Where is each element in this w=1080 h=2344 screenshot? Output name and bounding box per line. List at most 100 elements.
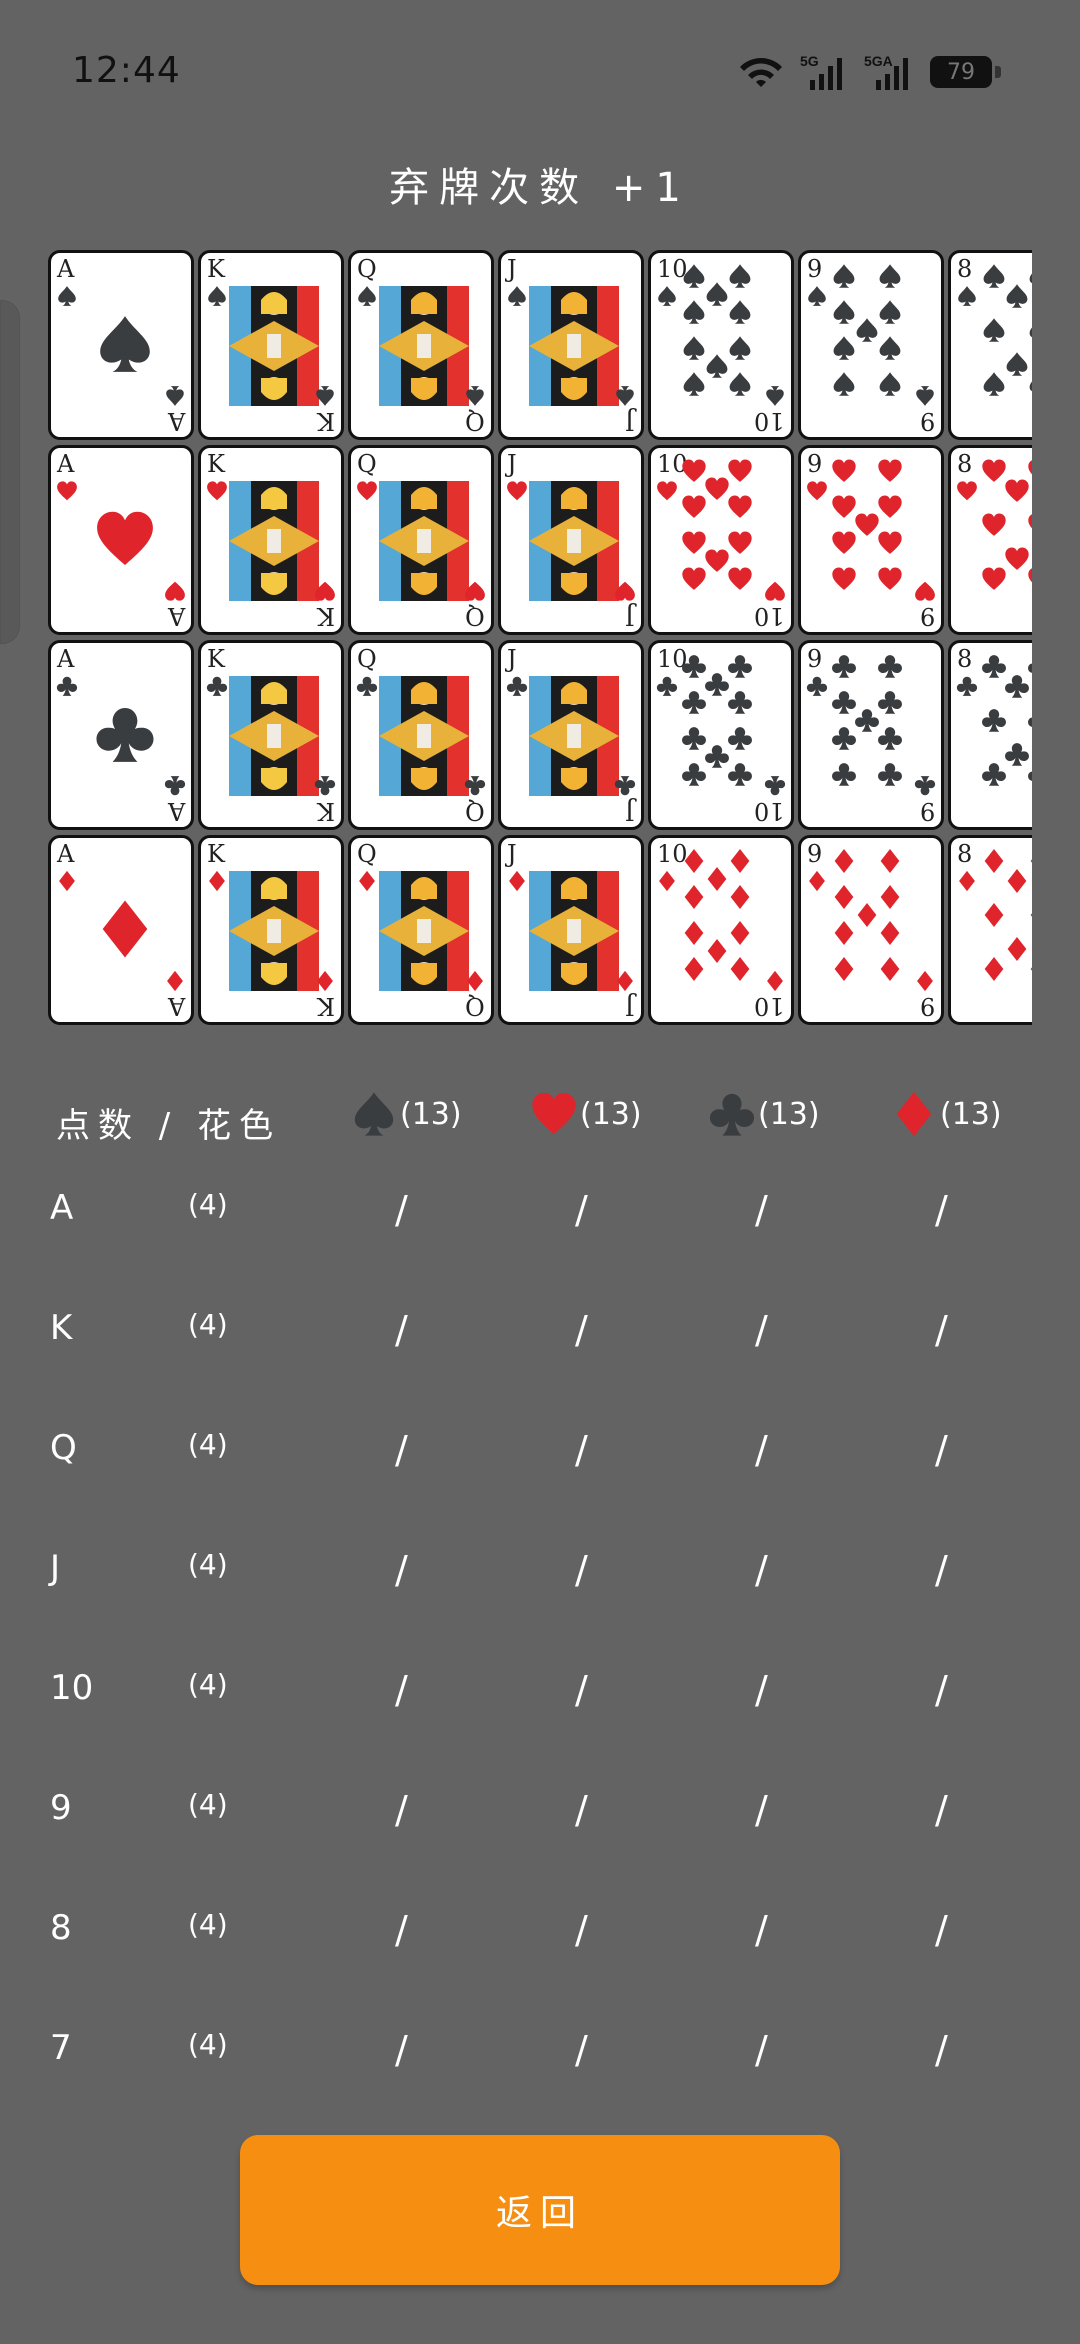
- card-10-diamond[interactable]: 10 10: [648, 835, 794, 1025]
- diamond-icon: [209, 870, 225, 892]
- card-rank: K: [317, 602, 335, 630]
- club-icon: [356, 676, 378, 696]
- face-card-art-j: [529, 481, 619, 601]
- count-cell: /: [755, 1908, 768, 1952]
- card-9-diamond[interactable]: 99: [798, 835, 944, 1025]
- club-icon: [614, 776, 636, 796]
- club-icon: [1028, 717, 1032, 727]
- card-rank: A: [167, 602, 185, 630]
- heart-icon: [878, 495, 902, 518]
- card-rank: K: [317, 992, 335, 1020]
- card-a-club[interactable]: AA: [48, 640, 194, 830]
- card-k-club[interactable]: K K: [198, 640, 344, 830]
- diamond-icon: [730, 921, 750, 945]
- card-rank: 10: [754, 602, 785, 630]
- diamond-icon: [102, 900, 148, 958]
- diamond-icon: [1030, 913, 1032, 917]
- diamond-icon: [880, 849, 900, 873]
- card-q-spade[interactable]: Q Q: [348, 250, 494, 440]
- card-a-diamond[interactable]: AA: [48, 835, 194, 1025]
- card-j-spade[interactable]: J J: [498, 250, 644, 440]
- back-button[interactable]: 返回: [240, 2135, 840, 2285]
- spade-total-count: (13): [400, 1096, 462, 1132]
- spade-icon: [879, 372, 901, 396]
- club-icon: [56, 676, 78, 696]
- spade-icon: [683, 300, 705, 324]
- card-rank: 9: [807, 255, 823, 283]
- diamond-icon: [1030, 967, 1032, 971]
- card-a-spade[interactable]: AA: [48, 250, 194, 440]
- side-drawer-handle[interactable]: [0, 300, 20, 644]
- page-title: 弃牌次数 +1: [389, 165, 691, 211]
- card-9-heart[interactable]: 99: [798, 445, 944, 635]
- table-row: K (4) / / / /: [0, 1308, 1080, 1368]
- row-total: (4): [188, 1908, 228, 1941]
- diamond-total-header: (13): [890, 1090, 1002, 1138]
- heart-icon: [1005, 479, 1029, 502]
- card-j-heart[interactable]: J J: [498, 445, 644, 635]
- card-rank: Q: [357, 255, 377, 283]
- diamond-icon: [659, 870, 675, 892]
- heart-icon: [507, 481, 527, 501]
- card-10-heart[interactable]: 10 10: [648, 445, 794, 635]
- card-8-club[interactable]: 88: [948, 640, 1032, 830]
- card-q-diamond[interactable]: Q Q: [348, 835, 494, 1025]
- face-card-art-j: [529, 676, 619, 796]
- card-rank: Q: [357, 450, 377, 478]
- heart-icon: [728, 495, 752, 518]
- spade-icon: [833, 264, 855, 288]
- spade-icon: [316, 386, 334, 406]
- signal-5ga-label: 5GA: [864, 53, 893, 69]
- card-j-club[interactable]: J J: [498, 640, 644, 830]
- card-8-heart[interactable]: 88: [948, 445, 1032, 635]
- heart-icon: [878, 459, 902, 482]
- count-cell: /: [395, 1668, 408, 1712]
- diamond-icon: [684, 885, 704, 909]
- card-j-diamond[interactable]: J J: [498, 835, 644, 1025]
- card-10-club[interactable]: 10 10: [648, 640, 794, 830]
- card-k-diamond[interactable]: K K: [198, 835, 344, 1025]
- diamond-icon: [809, 870, 825, 892]
- card-q-club[interactable]: Q Q: [348, 640, 494, 830]
- table-row: 7 (4) / / / /: [0, 2028, 1080, 2088]
- row-rank: 9: [50, 1788, 72, 1828]
- club-icon: [728, 763, 752, 786]
- battery-level: 79: [947, 59, 975, 85]
- card-9-club[interactable]: 99: [798, 640, 944, 830]
- card-8-diamond[interactable]: 88: [948, 835, 1032, 1025]
- face-card-art-j: [529, 286, 619, 406]
- spade-icon: [100, 316, 150, 372]
- club-icon: [314, 776, 336, 796]
- spade-icon: [729, 336, 751, 360]
- card-9-spade[interactable]: 99: [798, 250, 944, 440]
- club-icon: [878, 763, 902, 786]
- card-q-heart[interactable]: Q Q: [348, 445, 494, 635]
- row-total: (4): [188, 1788, 228, 1821]
- row-rank: 7: [50, 2028, 72, 2068]
- card-rank: 9: [919, 407, 935, 435]
- diamond-icon: [959, 870, 975, 892]
- spade-icon: [729, 372, 751, 396]
- club-icon: [878, 655, 902, 678]
- card-rank: 9: [807, 645, 823, 673]
- spade-icon: [983, 372, 1005, 396]
- card-rank: 10: [754, 992, 785, 1020]
- row-rank: J: [50, 1548, 61, 1588]
- card-rank: 8: [957, 840, 973, 868]
- spade-icon: [879, 300, 901, 324]
- row-total: (4): [188, 1308, 228, 1341]
- card-k-heart[interactable]: K K: [198, 445, 344, 635]
- card-a-heart[interactable]: AA: [48, 445, 194, 635]
- card-8-spade[interactable]: 88: [948, 250, 1032, 440]
- spade-icon: [1006, 284, 1028, 308]
- card-rank: 9: [919, 602, 935, 630]
- spade-icon: [354, 1092, 394, 1136]
- diamond-icon: [684, 957, 704, 981]
- battery-icon: 79: [930, 56, 1001, 88]
- card-k-spade[interactable]: K K: [198, 250, 344, 440]
- count-cell: /: [935, 1668, 948, 1712]
- row-total: (4): [188, 1668, 228, 1701]
- card-rank: J: [625, 602, 635, 630]
- club-icon: [206, 676, 228, 696]
- card-10-spade[interactable]: 10 10: [648, 250, 794, 440]
